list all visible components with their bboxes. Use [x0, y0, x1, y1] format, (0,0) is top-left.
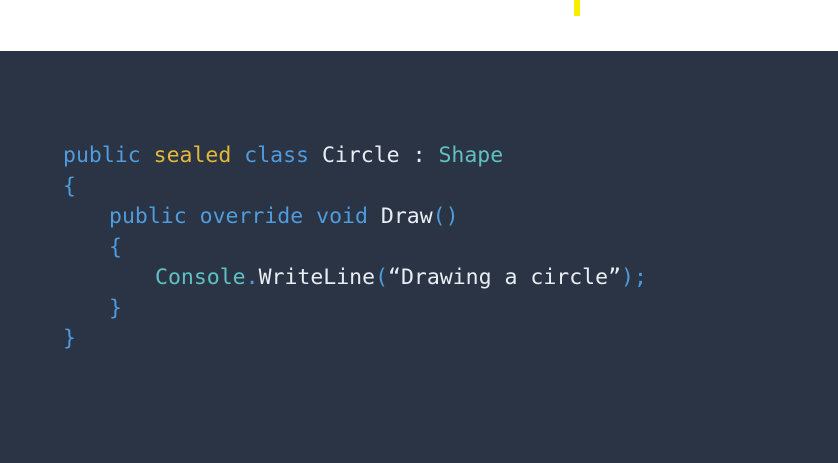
code-token-type: Shape: [438, 143, 504, 168]
code-token-punctuation: .: [245, 265, 259, 290]
code-line: public sealed class Circle : Shape: [63, 141, 647, 172]
yellow-marker: [574, 0, 580, 16]
code-token-identifier: WriteLine: [258, 265, 376, 290]
code-panel: public sealed class Circle : Shape{publi…: [0, 51, 838, 463]
code-token-keyword: void: [316, 204, 368, 229]
code-line: }: [63, 294, 647, 325]
code-token-keyword: class: [244, 143, 309, 168]
code-token-punctuation: );: [621, 265, 647, 290]
code-block: public sealed class Circle : Shape{publi…: [63, 141, 647, 355]
code-token-string: “Drawing a circle”: [388, 265, 622, 290]
code-token-punctuation: (: [375, 265, 389, 290]
code-token-type: Console: [155, 265, 246, 290]
code-token-modifier: sealed: [153, 143, 232, 168]
code-line: }: [63, 324, 647, 355]
code-token-punctuation: }: [63, 326, 76, 351]
code-token-keyword: public: [63, 143, 141, 168]
code-line: {: [63, 233, 647, 264]
code-token-identifier: Circle: [321, 143, 400, 168]
code-token-keyword: public: [109, 204, 187, 229]
code-line: {: [63, 172, 647, 203]
top-strip: [0, 0, 838, 51]
code-token-punctuation: {: [63, 173, 76, 199]
code-token-punctuation: {: [109, 234, 122, 260]
code-token-punctuation: (): [432, 204, 459, 229]
code-line: Console.WriteLine(“Drawing a circle”);: [63, 263, 647, 294]
code-line: public override void Draw(): [63, 202, 647, 233]
code-token-identifier: Draw: [380, 204, 433, 229]
code-token-punctuation: }: [109, 295, 122, 321]
code-token-identifier: :: [412, 143, 426, 168]
code-token-keyword: override: [199, 204, 304, 229]
